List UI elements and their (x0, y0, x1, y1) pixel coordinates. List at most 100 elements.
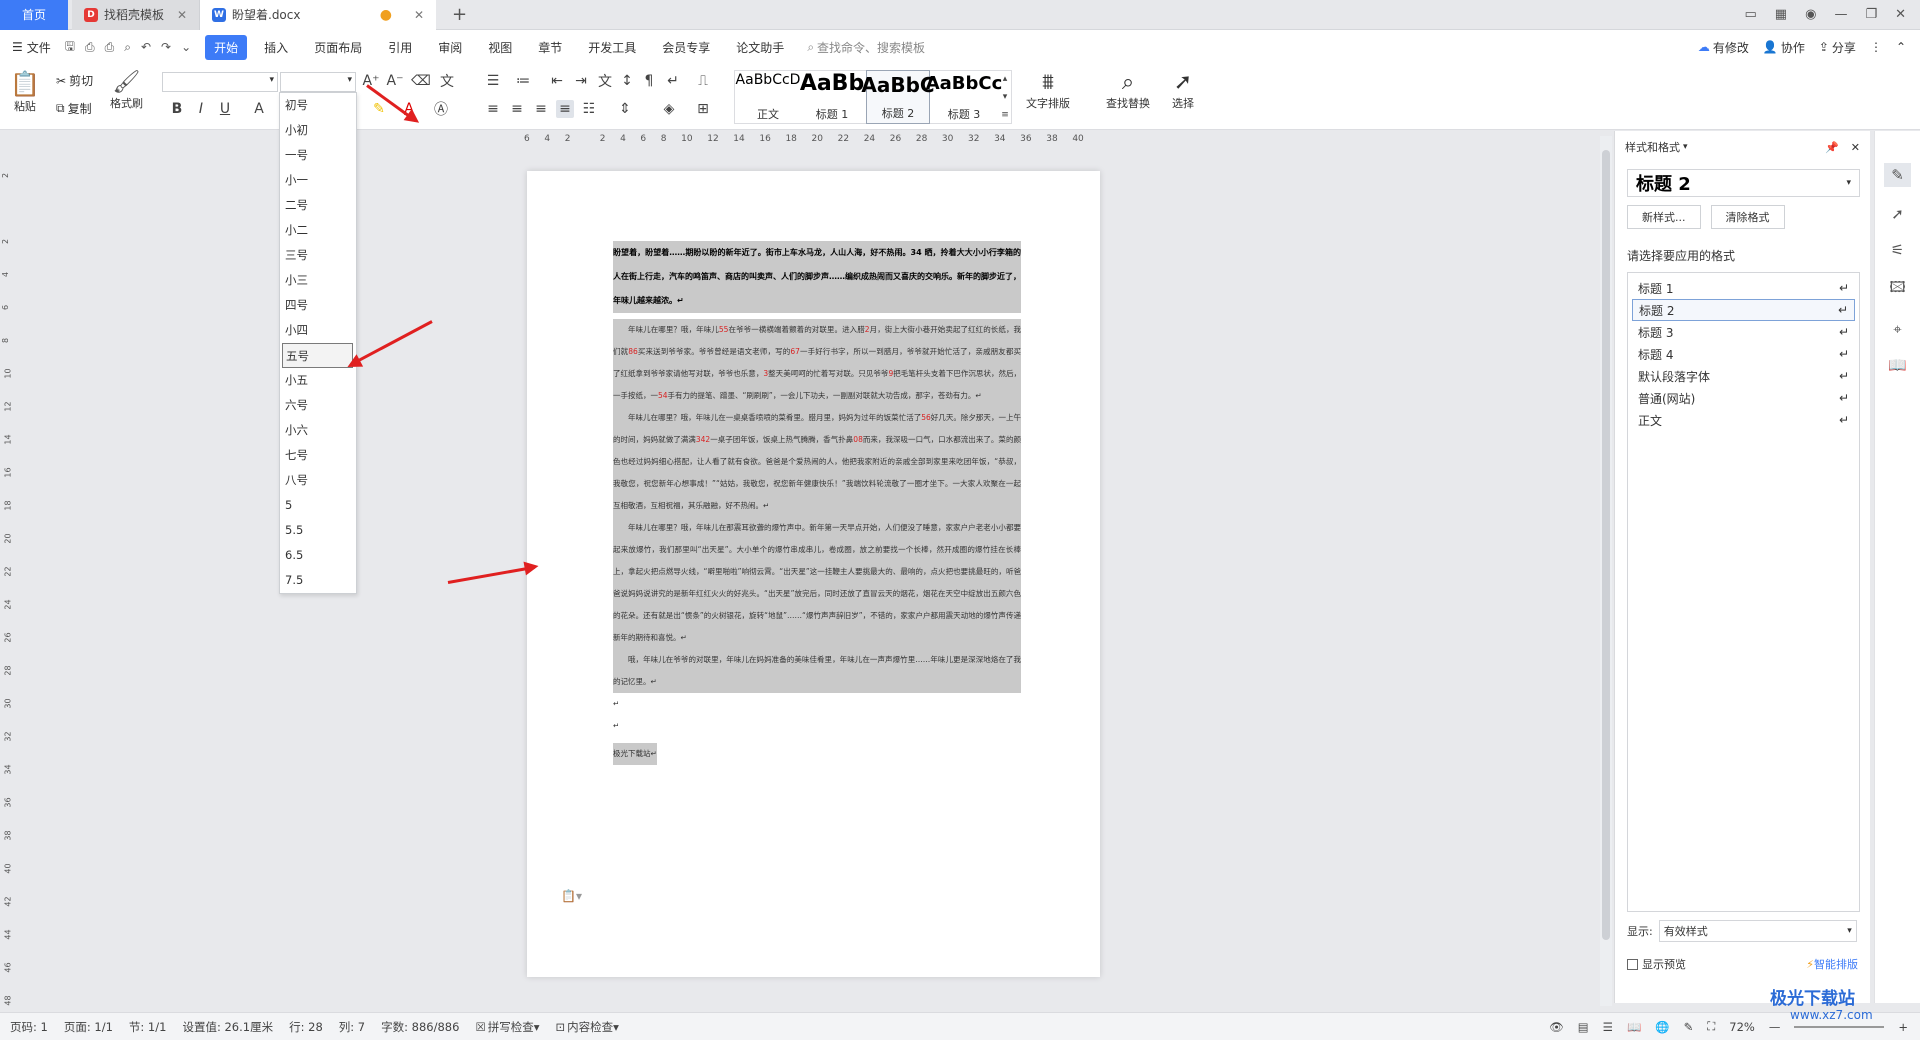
redo-icon[interactable]: ↷ (161, 40, 171, 54)
style-card-heading3[interactable]: AaBbCc 标题 3 (926, 70, 1003, 124)
menu-start[interactable]: 开始 (205, 34, 248, 60)
style-card-heading2[interactable]: AaBbC 标题 2 (861, 70, 935, 124)
style-list-item[interactable]: 正文 ↵ (1632, 409, 1855, 431)
font-size-option[interactable]: 四号 (280, 293, 356, 318)
show-filter-select[interactable]: 有效样式 ▾ (1658, 920, 1857, 942)
revisions-button[interactable]: ☁ 有修改 (1698, 39, 1749, 56)
apps-grid-icon[interactable]: ▦ (1775, 7, 1787, 22)
close-panel-icon[interactable]: ✕ (1851, 141, 1860, 154)
font-size-option[interactable]: 小初 (280, 118, 356, 143)
book-icon[interactable]: 📖 (1888, 356, 1907, 374)
gallery-down-icon[interactable]: ▾ (996, 88, 1014, 106)
vertical-scrollbar[interactable] (1600, 136, 1612, 1006)
file-menu[interactable]: ☰ 文件 (0, 39, 51, 56)
export-pdf-icon[interactable]: ⎙ (85, 40, 95, 55)
vertical-ruler[interactable]: 2 2 4 6 8 10 12 14 16 18 20 22 24 26 28 30 32 34 36 38 40 42 4… (0, 131, 16, 1011)
font-size-combo[interactable]: ▾ (280, 72, 356, 92)
status-page-num[interactable]: 页码: 1 (10, 1019, 48, 1035)
avatar[interactable]: ◉ (1805, 7, 1816, 22)
reading-view-icon[interactable]: 📖 (1627, 1020, 1641, 1034)
status-pages[interactable]: 页面: 1/1 (64, 1019, 113, 1035)
print-icon[interactable]: ⎙ (105, 40, 115, 55)
save-icon[interactable]: 🖫 (65, 37, 75, 58)
numbered-list-icon[interactable]: ≔ (514, 72, 532, 90)
font-size-option[interactable]: 5 (280, 493, 356, 518)
font-size-option[interactable]: 小四 (280, 318, 356, 343)
font-size-option[interactable]: 小五 (280, 368, 356, 393)
tab-home[interactable]: 首页 (0, 0, 68, 30)
paste-options-icon[interactable]: 📋▾ (561, 889, 582, 903)
menu-view[interactable]: 视图 (479, 35, 521, 60)
font-size-option[interactable]: 六号 (280, 393, 356, 418)
justify-icon[interactable]: ≡ (556, 100, 574, 118)
scroll-thumb[interactable] (1602, 150, 1610, 940)
style-pen-icon[interactable]: ✎ (1884, 163, 1911, 187)
close-tab-icon[interactable]: ✕ (177, 8, 187, 22)
align-left-icon[interactable]: ≡ (484, 100, 502, 118)
font-size-option[interactable]: 小二 (280, 218, 356, 243)
image-tool-icon[interactable]: 🖾 (1889, 277, 1905, 302)
font-size-option[interactable]: 7.5 (280, 568, 356, 593)
document-page[interactable]: 盼望着，盼望着……期盼以盼的新年近了。街市上车水马龙，人山人海，好不热闹。34 … (527, 171, 1100, 977)
fit-page-icon[interactable]: ⛶ (1707, 1019, 1715, 1034)
line-spacing-icon[interactable]: ⇕ (616, 100, 634, 118)
style-list-item[interactable]: 标题 4 ↵ (1632, 343, 1855, 365)
bold-icon[interactable]: B (168, 100, 186, 118)
phonetic-icon[interactable]: 文 (438, 72, 456, 90)
font-size-option[interactable]: 小六 (280, 418, 356, 443)
borders-icon[interactable]: ⊞ (694, 100, 712, 118)
align-center-icon[interactable]: ≡ (508, 100, 526, 118)
pen-mode-icon[interactable]: ✎ (1684, 1020, 1694, 1034)
tab-document[interactable]: W 盼望着.docx ● ✕ (200, 0, 436, 30)
text-layout-button[interactable]: ⩩ 文字排版 (1026, 70, 1070, 111)
increase-indent-icon[interactable]: ⇥ (572, 72, 590, 90)
gallery-more-icon[interactable]: ≡ (996, 106, 1014, 124)
undo-icon[interactable]: ↶ (141, 40, 151, 54)
select-pointer-icon[interactable]: ➚ (1891, 205, 1904, 223)
styles-panel-title[interactable]: 样式和格式 (1625, 139, 1680, 155)
command-search[interactable]: ⌕ 查找命令、搜索模板 (807, 39, 925, 56)
print-preview-icon[interactable]: ⌕ (124, 40, 131, 55)
menu-section[interactable]: 章节 (529, 35, 571, 60)
pin-icon[interactable]: 📌 (1825, 141, 1839, 154)
close-window-icon[interactable]: ✕ (1895, 7, 1906, 22)
cut-button[interactable]: ✂ 剪切 (56, 72, 93, 89)
font-size-option[interactable]: 二号 (280, 193, 356, 218)
font-size-option[interactable]: 七号 (280, 443, 356, 468)
font-size-option[interactable]: 5.5 (280, 518, 356, 543)
tab-template[interactable]: D 找稻壳模板 ✕ (72, 0, 200, 30)
shading-icon[interactable]: ◈ (660, 100, 678, 118)
adjust-sliders-icon[interactable]: ⚟ (1891, 241, 1904, 259)
style-list-item[interactable]: 标题 1 ↵ (1632, 277, 1855, 299)
smart-layout-button[interactable]: ⚡ 智能排版 (1806, 956, 1858, 972)
menu-review[interactable]: 审阅 (429, 35, 471, 60)
show-preview-checkbox[interactable] (1627, 958, 1638, 970)
font-size-option[interactable]: 八号 (280, 468, 356, 493)
gallery-up-icon[interactable]: ▴ (996, 70, 1014, 88)
page-view-icon[interactable]: ▤ (1578, 1020, 1589, 1034)
font-size-option[interactable]: 小一 (280, 168, 356, 193)
spell-check-button[interactable]: ☒ 拼写检查 ▾ (475, 1019, 539, 1035)
minimize-icon[interactable]: — (1834, 7, 1847, 22)
outline-view-icon[interactable]: ☰ (1603, 1020, 1613, 1034)
style-list-item[interactable]: 默认段落字体 ↵ (1632, 365, 1855, 387)
menu-thesis[interactable]: 论文助手 (727, 35, 793, 60)
style-list-item[interactable]: 标题 3 ↵ (1632, 321, 1855, 343)
font-size-option[interactable]: 五号 (282, 343, 353, 368)
status-words[interactable]: 字数: 886/886 (381, 1019, 459, 1035)
eye-protect-icon[interactable]: 👁 (1549, 1020, 1564, 1034)
current-style-combo[interactable]: 标题 2 ▾ (1627, 169, 1860, 197)
web-view-icon[interactable]: 🌐 (1655, 1020, 1669, 1034)
collapse-ribbon-icon[interactable]: ⌃ (1896, 40, 1906, 54)
horizontal-ruler[interactable]: 6 4 2 2 4 6 8 10 12 14 16 18 20 22 24 26 28 30 32 34 36 38 40 (524, 131, 1084, 147)
collaborate-button[interactable]: 👤 协作 (1763, 39, 1805, 56)
layout-icon[interactable]: ▭ (1745, 7, 1757, 22)
ruler-toggle-icon[interactable]: ⎍ (694, 72, 712, 90)
tab-stop-icon[interactable]: ↵ (664, 72, 682, 90)
menu-references[interactable]: 引用 (379, 35, 421, 60)
bullet-list-icon[interactable]: ☰ (484, 72, 502, 90)
font-size-option[interactable]: 小三 (280, 268, 356, 293)
menu-insert[interactable]: 插入 (255, 35, 297, 60)
menu-dev-tools[interactable]: 开发工具 (579, 35, 645, 60)
clear-format-button[interactable]: 清除格式 (1710, 205, 1785, 229)
